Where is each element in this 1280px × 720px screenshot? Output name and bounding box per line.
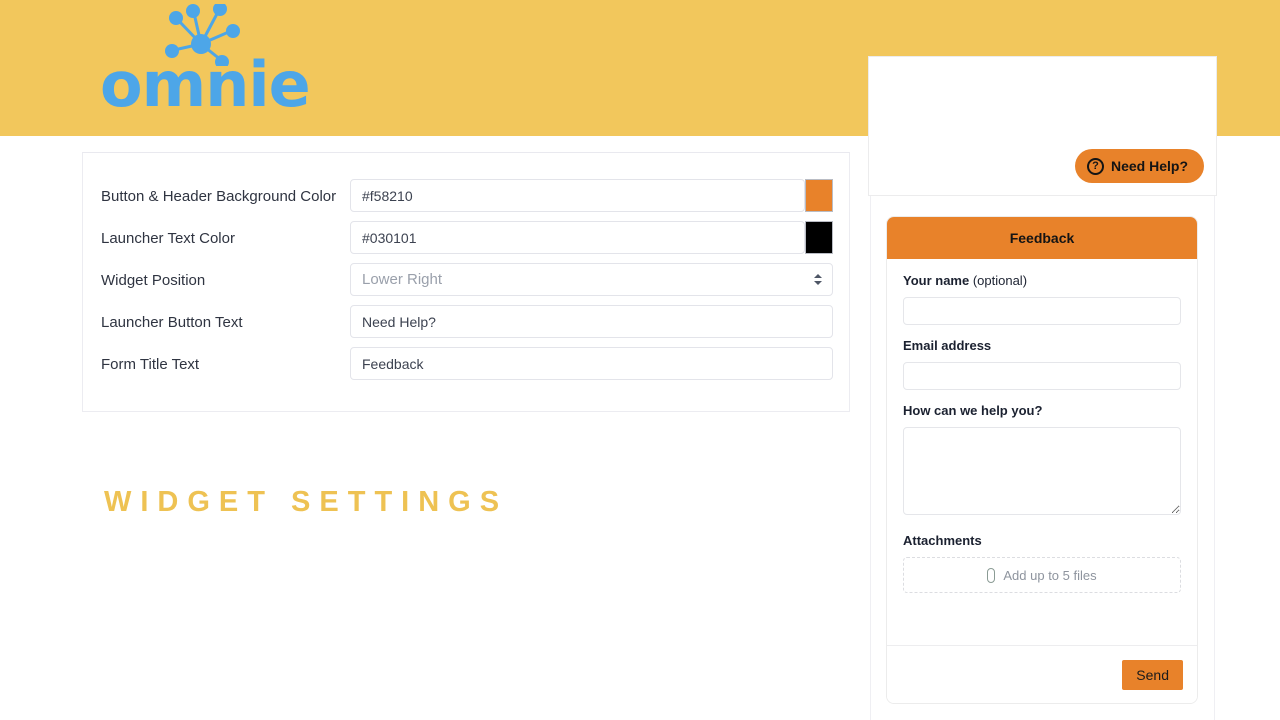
page-root: omnie Button & Header Background Color L… — [0, 0, 1280, 720]
setting-label-launcher-text-color: Launcher Text Color — [101, 230, 235, 247]
feedback-widget-card: Feedback Your name (optional) Email addr… — [886, 216, 1198, 704]
setting-label-background-color: Button & Header Background Color — [101, 188, 337, 205]
feedback-widget-header: Feedback — [887, 217, 1197, 259]
send-button[interactable]: Send — [1122, 659, 1183, 690]
your-name-label-optional: (optional) — [969, 273, 1028, 288]
background-color-swatch[interactable] — [805, 179, 833, 212]
email-address-label: Email address — [903, 338, 992, 353]
setting-label-widget-position: Widget Position — [101, 272, 206, 289]
background-color-input[interactable] — [350, 179, 805, 212]
feedback-widget-footer: Send — [887, 645, 1197, 703]
paperclip-icon — [987, 567, 996, 583]
setting-control-launcher-text-color — [350, 221, 833, 254]
brand-logo: omnie — [100, 4, 311, 124]
widget-settings-form: Button & Header Background Color Launche… — [82, 152, 850, 412]
launcher-button-text-input[interactable] — [350, 305, 833, 338]
feedback-widget-title: Feedback — [1009, 230, 1075, 246]
setting-control-launcher-button-text — [350, 305, 833, 338]
email-address-input[interactable] — [903, 362, 1181, 390]
select-stepper-icon[interactable] — [813, 270, 822, 290]
question-circle-icon: ? — [1086, 157, 1104, 175]
setting-label-launcher-button-text: Launcher Button Text — [101, 314, 243, 331]
feedback-widget-body: Your name (optional) Email address How c… — [887, 259, 1197, 603]
need-help-launcher-button[interactable]: ? Need Help? — [1074, 149, 1204, 183]
widget-position-selected-value: Lower Right — [362, 271, 443, 288]
attachments-dropzone-text: Add up to 5 files — [1003, 567, 1097, 583]
launcher-text-color-swatch[interactable] — [805, 221, 833, 254]
setting-control-background-color — [350, 179, 833, 212]
your-name-label: Your name (optional) — [903, 273, 1181, 289]
your-name-input[interactable] — [903, 297, 1181, 325]
setting-row-form-title-text: Form Title Text — [83, 347, 851, 397]
your-name-label-text: Your name — [903, 273, 970, 288]
page-title: WIDGET SETTINGS — [104, 486, 509, 518]
launcher-preview-card: ? Need Help? — [868, 56, 1217, 196]
setting-control-form-title-text — [350, 347, 833, 380]
need-help-launcher-label: Need Help? — [1110, 158, 1188, 174]
help-message-textarea[interactable] — [903, 427, 1181, 515]
brand-logo-text: omnie — [100, 48, 311, 121]
setting-label-form-title-text: Form Title Text — [101, 356, 200, 373]
attachments-dropzone[interactable]: Add up to 5 files — [903, 557, 1181, 593]
form-title-text-input[interactable] — [350, 347, 833, 380]
launcher-text-color-input[interactable] — [350, 221, 805, 254]
help-message-label: How can we help you? — [903, 403, 1043, 418]
attachments-label: Attachments — [903, 533, 982, 548]
widget-position-select[interactable]: Lower Right — [350, 263, 833, 296]
setting-control-widget-position: Lower Right — [350, 263, 833, 296]
